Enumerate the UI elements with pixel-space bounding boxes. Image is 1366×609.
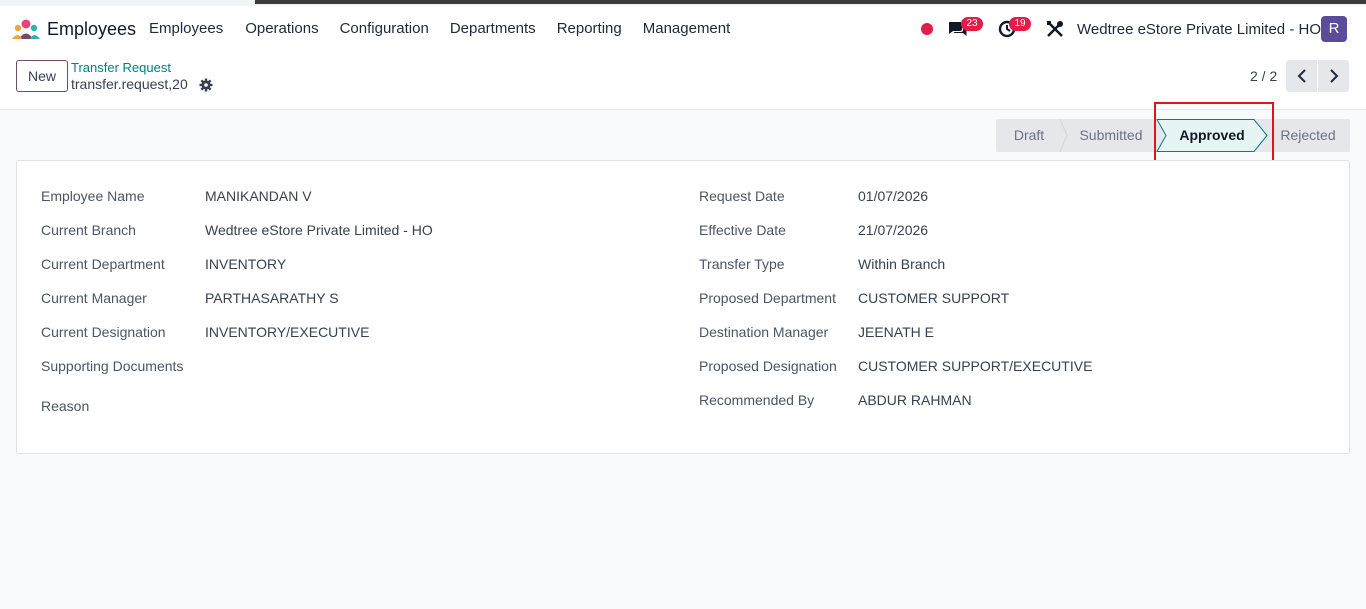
field-label-current-branch: Current Branch (41, 222, 136, 238)
field-current-branch[interactable]: Wedtree eStore Private Limited - HO (205, 222, 433, 238)
app-name[interactable]: Employees (47, 19, 136, 40)
breadcrumb-parent-link[interactable]: Transfer Request (71, 60, 171, 75)
field-label-recommended-by: Recommended By (699, 392, 815, 408)
pager-previous-button[interactable] (1286, 60, 1317, 92)
field-request-date[interactable]: 01/07/2026 (858, 188, 928, 204)
menu-item-employees[interactable]: Employees (149, 20, 223, 37)
field-employee-name[interactable]: MANIKANDAN V (205, 188, 312, 204)
field-label-request-date: Request Date (699, 188, 785, 204)
field-label-current-manager: Current Manager (41, 290, 147, 306)
stage-draft-label: Draft (1013, 127, 1045, 143)
field-current-manager[interactable]: PARTHASARATHY S (205, 290, 339, 306)
highlight-annotation-box (1154, 102, 1274, 169)
messages-count-badge: 23 (961, 17, 983, 31)
field-label-destination-manager: Destination Manager (699, 324, 829, 340)
field-label-employee-name: Employee Name (41, 188, 145, 204)
field-destination-manager[interactable]: JEENATH E (858, 324, 934, 340)
pager-value[interactable]: 2 / 2 (1250, 68, 1277, 84)
field-label-reason: Reason (41, 398, 90, 414)
menu-item-configuration[interactable]: Configuration (340, 20, 429, 37)
new-button[interactable]: New (16, 60, 68, 92)
app-logo-icon[interactable] (12, 19, 40, 39)
field-label-current-designation: Current Designation (41, 324, 166, 340)
stage-submitted-label: Submitted (1079, 127, 1143, 143)
tools-icon[interactable] (1046, 20, 1064, 38)
field-proposed-designation[interactable]: CUSTOMER SUPPORT/EXECUTIVE (858, 358, 1092, 374)
field-label-effective-date: Effective Date (699, 222, 786, 238)
stage-rejected-label: Rejected (1280, 127, 1336, 143)
field-current-designation[interactable]: INVENTORY/EXECUTIVE (205, 324, 369, 340)
chevron-left-icon (1297, 69, 1306, 83)
field-current-department[interactable]: INVENTORY (205, 256, 286, 272)
status-dot-icon[interactable] (921, 23, 933, 35)
field-label-proposed-department: Proposed Department (699, 290, 836, 306)
field-label-proposed-designation: Proposed Designation (699, 358, 837, 374)
field-proposed-department[interactable]: CUSTOMER SUPPORT (858, 290, 1009, 306)
field-label-transfer-type: Transfer Type (699, 256, 785, 272)
field-label-supporting-documents: Supporting Documents (41, 358, 184, 374)
stage-submitted[interactable]: Submitted (1062, 119, 1160, 152)
top-strip-bar (255, 0, 1366, 4)
main-navbar: Employees Employees Operations Configura… (0, 6, 1366, 52)
form-sheet: Employee Name MANIKANDAN V Current Branc… (16, 160, 1350, 454)
menu-item-operations[interactable]: Operations (245, 20, 318, 37)
field-recommended-by[interactable]: ABDUR RAHMAN (858, 392, 972, 408)
field-transfer-type[interactable]: Within Branch (858, 256, 945, 272)
top-menu: Employees Operations Configuration Depar… (149, 20, 751, 37)
menu-item-management[interactable]: Management (643, 20, 731, 37)
pager-next-button[interactable] (1318, 60, 1349, 92)
gear-icon[interactable] (199, 78, 213, 92)
menu-item-departments[interactable]: Departments (450, 20, 536, 37)
company-switcher[interactable]: Wedtree eStore Private Limited - HO (1077, 21, 1321, 38)
stage-draft[interactable]: Draft (996, 119, 1068, 152)
field-label-current-department: Current Department (41, 256, 165, 272)
menu-item-reporting[interactable]: Reporting (557, 20, 622, 37)
user-avatar[interactable]: R (1321, 16, 1347, 42)
stage-rejected[interactable]: Rejected (1266, 119, 1350, 152)
field-effective-date[interactable]: 21/07/2026 (858, 222, 928, 238)
breadcrumb-current: transfer.request,20 (71, 76, 188, 92)
activities-count-badge: 19 (1009, 17, 1031, 31)
chevron-right-icon (1329, 69, 1338, 83)
